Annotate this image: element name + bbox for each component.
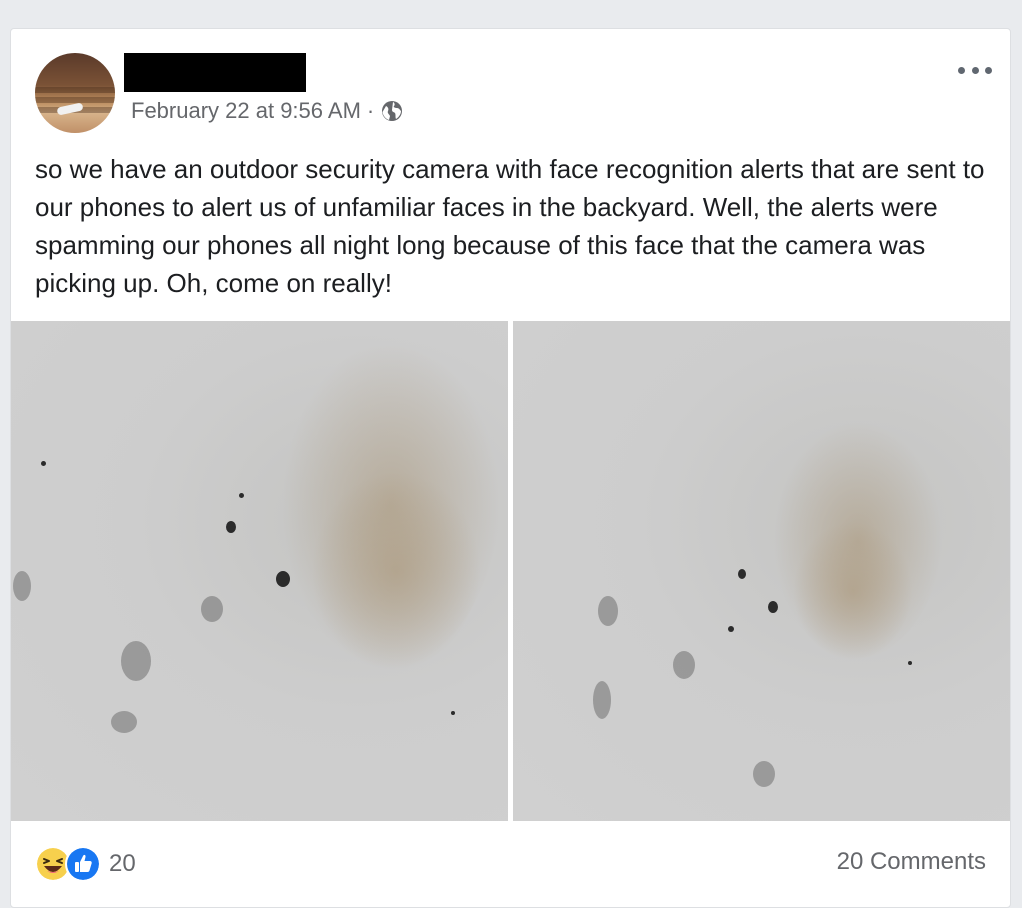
post-photo[interactable] bbox=[513, 321, 1010, 821]
photo-grid bbox=[11, 321, 1010, 821]
post-text: so we have an outdoor security camera wi… bbox=[35, 154, 985, 298]
more-options-icon[interactable] bbox=[958, 65, 992, 75]
meta-separator: · bbox=[366, 98, 375, 123]
globe-icon[interactable] bbox=[380, 99, 404, 123]
post-photo[interactable] bbox=[11, 321, 508, 821]
post-meta: February 22 at 9:56 AM · bbox=[131, 98, 404, 124]
author-avatar[interactable] bbox=[35, 53, 115, 133]
reactions-summary[interactable]: 20 bbox=[35, 846, 136, 882]
like-icon bbox=[65, 846, 101, 882]
reaction-count: 20 bbox=[109, 850, 136, 877]
post-card: February 22 at 9:56 AM · so we have an o… bbox=[10, 28, 1011, 908]
comments-count-link[interactable]: 20 Comments bbox=[837, 848, 986, 876]
post-footer: 20 20 Comments bbox=[11, 821, 1010, 907]
post-timestamp[interactable]: February 22 at 9:56 AM bbox=[131, 98, 361, 124]
author-name-redacted[interactable] bbox=[124, 53, 306, 92]
